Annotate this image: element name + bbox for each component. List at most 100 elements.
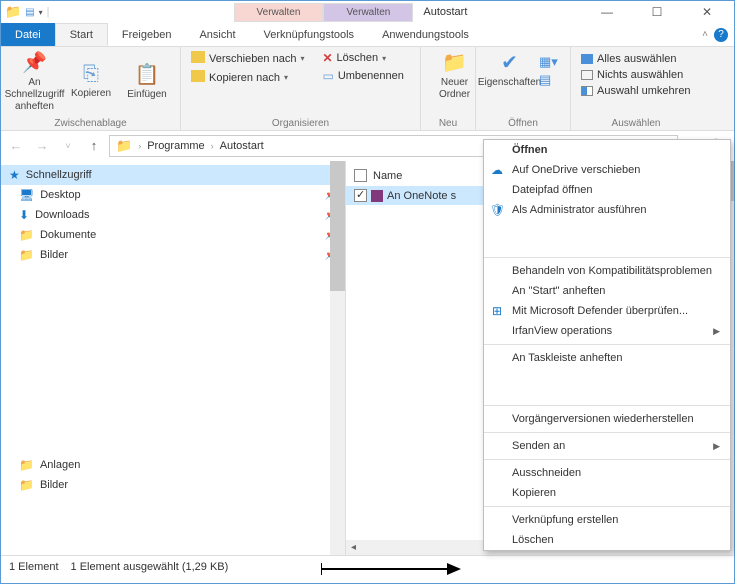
group-clipboard-label: Zwischenablage bbox=[7, 116, 174, 129]
qat-dropdown-icon[interactable]: ▾ bbox=[39, 8, 43, 17]
collapse-ribbon-icon[interactable]: ˄ bbox=[702, 29, 708, 40]
nav-back-icon[interactable]: ← bbox=[5, 135, 27, 157]
select-all-icon bbox=[581, 54, 593, 64]
nav-up-icon[interactable]: ↑ bbox=[83, 135, 105, 157]
select-invert-button[interactable]: Auswahl umkehren bbox=[577, 84, 695, 98]
folder-icon: 📁 bbox=[19, 478, 34, 492]
new-folder-label: Neuer Ordner bbox=[427, 77, 482, 101]
ctx-blank bbox=[484, 368, 730, 402]
ctx-delete[interactable]: Löschen bbox=[484, 530, 730, 550]
select-none-label: Nichts auswählen bbox=[597, 69, 683, 81]
ctx-onedrive[interactable]: ☁Auf OneDrive verschieben bbox=[484, 160, 730, 180]
row-checkbox[interactable] bbox=[354, 189, 367, 202]
window-title: Autostart bbox=[423, 6, 467, 18]
tab-share[interactable]: Freigeben bbox=[108, 23, 186, 46]
select-all-button[interactable]: Alles auswählen bbox=[577, 52, 695, 66]
chevron-right-icon[interactable]: › bbox=[211, 141, 214, 151]
paste-button[interactable]: 📋 Einfügen bbox=[120, 50, 174, 113]
ctx-sendto[interactable]: Senden an▶ bbox=[484, 436, 730, 456]
edit-icon[interactable]: ▤ bbox=[539, 72, 558, 88]
ctx-shortcut[interactable]: Verknüpfung erstellen bbox=[484, 510, 730, 530]
ctx-compat-label: Behandeln von Kompatibilitätsproblemen bbox=[512, 265, 712, 277]
group-clipboard: 📌 An Schnellzugriff anheften ⎘ Kopieren … bbox=[1, 47, 181, 130]
tab-file[interactable]: Datei bbox=[1, 23, 55, 46]
ctx-compat[interactable]: Behandeln von Kompatibilitätsproblemen bbox=[484, 261, 730, 281]
ctx-copy[interactable]: Kopieren bbox=[484, 483, 730, 503]
ctx-blank bbox=[484, 220, 730, 254]
ctx-defender[interactable]: ⊞Mit Microsoft Defender überprüfen... bbox=[484, 301, 730, 321]
sidebar-item-label: Desktop bbox=[40, 189, 80, 201]
tab-view[interactable]: Ansicht bbox=[185, 23, 249, 46]
ctx-open-label: Öffnen bbox=[512, 144, 547, 156]
ctx-prevver[interactable]: Vorgängerversionen wiederherstellen bbox=[484, 409, 730, 429]
copyto-icon bbox=[191, 70, 205, 82]
downloads-icon: ⬇ bbox=[19, 208, 29, 222]
desktop-icon: 🖥 bbox=[19, 188, 34, 202]
properties-button[interactable]: ✔ Eigenschaften bbox=[482, 50, 537, 89]
ctx-separator bbox=[484, 405, 730, 406]
sidebar-item-downloads[interactable]: ⬇Downloads📌 bbox=[1, 205, 345, 225]
paste-icon: 📋 bbox=[135, 62, 160, 87]
move-to-button[interactable]: Verschieben nach bbox=[187, 50, 308, 67]
ctx-cut[interactable]: Ausschneiden bbox=[484, 463, 730, 483]
ribbon-tabs: Datei Start Freigeben Ansicht Verknüpfun… bbox=[1, 23, 734, 47]
new-folder-button[interactable]: 📁 Neuer Ordner bbox=[427, 50, 482, 101]
sidebar-item-documents[interactable]: 📁Dokumente📌 bbox=[1, 225, 345, 245]
ctx-openpath-label: Dateipfad öffnen bbox=[512, 184, 593, 196]
ctx-irfan[interactable]: IrfanView operations▶ bbox=[484, 321, 730, 341]
tab-linktools[interactable]: Verknüpfungstools bbox=[250, 23, 369, 46]
sidebar-quick-access[interactable]: ★Schnellzugriff bbox=[1, 165, 345, 185]
help-icon[interactable]: ? bbox=[714, 28, 728, 42]
ctx-onedrive-label: Auf OneDrive verschieben bbox=[512, 164, 640, 176]
ctx-pinstart[interactable]: An "Start" anheften bbox=[484, 281, 730, 301]
document-icon: ▤ bbox=[25, 7, 34, 18]
group-select-label: Auswählen bbox=[577, 116, 695, 129]
move-to-label: Verschieben nach bbox=[209, 53, 296, 65]
col-name-label[interactable]: Name bbox=[373, 170, 402, 182]
sidebar-item-anlagen[interactable]: 📁Anlagen bbox=[1, 455, 345, 475]
open-arrow-icon[interactable]: ▦▾ bbox=[539, 54, 558, 70]
nav-recent-icon[interactable]: ˅ bbox=[57, 135, 79, 157]
close-button[interactable]: ✕ bbox=[690, 5, 724, 19]
minimize-button[interactable]: — bbox=[590, 5, 624, 19]
sidebar-item-pictures[interactable]: 📁Bilder📌 bbox=[1, 245, 345, 265]
chevron-right-icon[interactable]: › bbox=[138, 141, 141, 151]
submenu-arrow-icon: ▶ bbox=[713, 441, 720, 452]
sidebar-scrollbar[interactable] bbox=[330, 161, 345, 555]
ctx-copy-label: Kopieren bbox=[512, 487, 556, 499]
path-seg-autostart[interactable]: Autostart bbox=[220, 140, 264, 152]
tab-apptools[interactable]: Anwendungstools bbox=[368, 23, 483, 46]
sidebar-item-bilder2[interactable]: 📁 Bilder bbox=[1, 475, 345, 495]
header-checkbox[interactable] bbox=[354, 169, 367, 182]
scroll-left-icon[interactable]: ◂ bbox=[346, 542, 361, 553]
group-open-label: Öffnen bbox=[482, 116, 564, 129]
copy-to-label: Kopieren nach bbox=[209, 72, 280, 84]
pin-quick-button[interactable]: 📌 An Schnellzugriff anheften bbox=[7, 50, 62, 113]
manage-tab-purple[interactable]: Verwalten bbox=[323, 3, 413, 22]
tab-start[interactable]: Start bbox=[55, 23, 108, 46]
select-none-button[interactable]: Nichts auswählen bbox=[577, 68, 695, 82]
ctx-admin[interactable]: 🛡Als Administrator ausführen bbox=[484, 200, 730, 220]
maximize-button[interactable]: ☐ bbox=[640, 5, 674, 19]
ctx-admin-label: Als Administrator ausführen bbox=[512, 204, 647, 216]
path-seg-programme[interactable]: Programme bbox=[147, 140, 204, 152]
status-selected: 1 Element ausgewählt (1,29 KB) bbox=[71, 561, 229, 573]
sidebar-item-label: Bilder bbox=[40, 479, 68, 491]
ctx-irfan-label: IrfanView operations bbox=[512, 325, 612, 337]
group-new: 📁 Neuer Ordner Neu bbox=[421, 47, 476, 130]
sidebar-item-desktop[interactable]: 🖥Desktop📌 bbox=[1, 185, 345, 205]
delete-button[interactable]: ✕Löschen bbox=[318, 50, 407, 66]
properties-icon: ✔ bbox=[501, 50, 518, 75]
delete-label: Löschen bbox=[337, 52, 379, 64]
ctx-open[interactable]: Öffnen bbox=[484, 140, 730, 160]
copy-to-button[interactable]: Kopieren nach bbox=[187, 69, 308, 86]
copy-button[interactable]: ⎘ Kopieren bbox=[64, 50, 118, 113]
rename-button[interactable]: ▭Umbenennen bbox=[318, 68, 407, 84]
scroll-thumb[interactable] bbox=[330, 161, 345, 291]
ctx-pintask[interactable]: An Taskleiste anheften bbox=[484, 348, 730, 368]
move-icon bbox=[191, 51, 205, 63]
manage-tab-pink[interactable]: Verwalten bbox=[234, 3, 324, 22]
ctx-openpath[interactable]: Dateipfad öffnen bbox=[484, 180, 730, 200]
group-open: ✔ Eigenschaften ▦▾ ▤ Öffnen bbox=[476, 47, 571, 130]
nav-forward-icon[interactable]: → bbox=[31, 135, 53, 157]
